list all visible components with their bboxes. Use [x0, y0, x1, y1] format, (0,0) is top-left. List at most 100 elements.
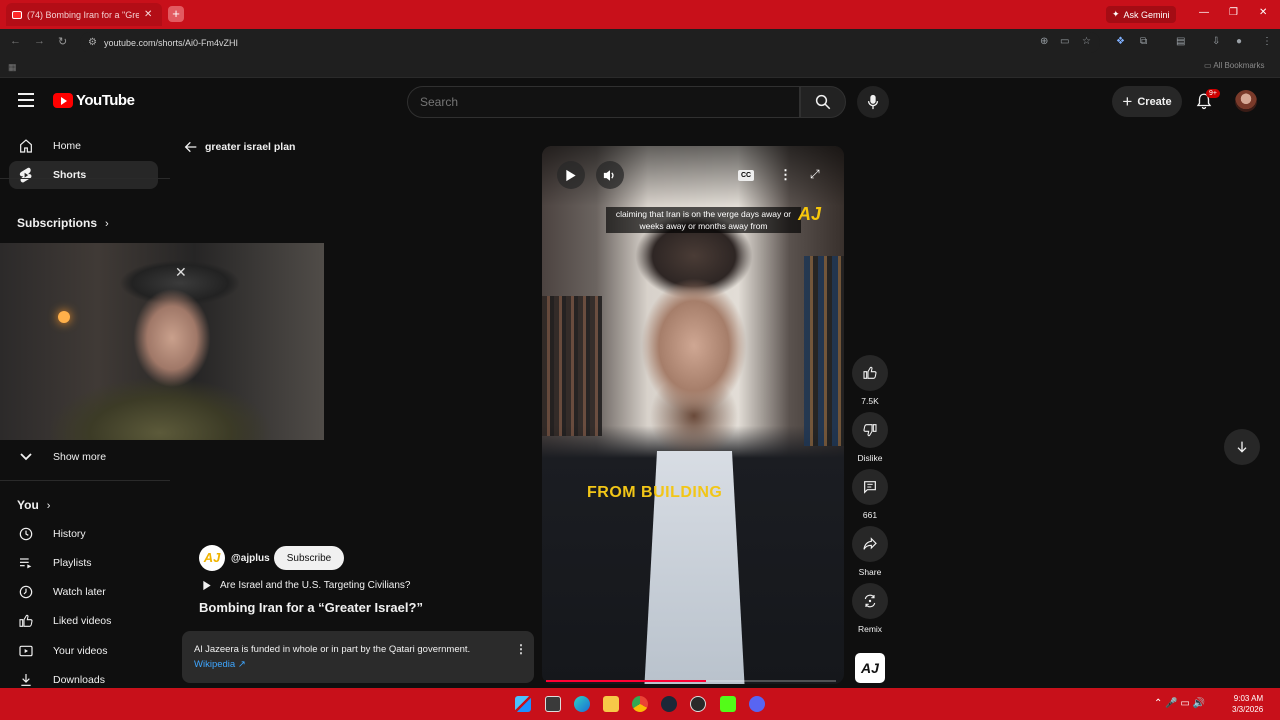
sidebar-item-playlists[interactable]: Playlists	[9, 549, 158, 577]
back-icon[interactable]: ←	[10, 35, 21, 47]
cast-icon[interactable]: ▭	[1060, 36, 1069, 47]
chevron-right-icon: ›	[46, 500, 51, 512]
subscribe-button[interactable]: Subscribe	[274, 546, 344, 570]
share-action[interactable]: Share	[852, 526, 888, 577]
sidebar-item-your-videos[interactable]: Your videos	[9, 637, 158, 665]
sidebar-item-label: Downloads	[53, 674, 105, 686]
next-short-button[interactable]	[1224, 429, 1260, 465]
dislike-action[interactable]: Dislike	[852, 412, 888, 463]
sidebar-item-label: Watch later	[53, 586, 106, 598]
thumbs-down-icon	[863, 424, 877, 437]
short-title[interactable]: Bombing Iran for a “Greater Israel?”	[199, 600, 423, 615]
volume-button[interactable]	[596, 161, 624, 189]
site-info-icon[interactable]: ⚙	[88, 37, 97, 48]
file-explorer-icon[interactable]	[603, 696, 619, 712]
extensions-puzzle-icon[interactable]: ⧉	[1140, 36, 1147, 47]
captions-button[interactable]: CC	[738, 170, 754, 181]
sidebar-item-liked-videos[interactable]: Liked videos	[9, 607, 158, 635]
side-panel-icon[interactable]: ▤	[1176, 36, 1185, 47]
youtube-favicon-icon	[12, 10, 22, 19]
ask-gemini-button[interactable]: ✦ Ask Gemini	[1106, 6, 1176, 23]
channel-avatar[interactable]: AJ	[199, 545, 225, 571]
new-tab-button[interactable]: +	[168, 6, 184, 22]
sidebar-item-history[interactable]: History	[9, 520, 158, 548]
downloads-toolbar-icon[interactable]: ⇩	[1212, 36, 1220, 47]
browser-tab[interactable]: (74) Bombing Iran for a "Greater ✕	[6, 3, 162, 26]
remix-label: Remix	[857, 624, 883, 634]
youtube-logo[interactable]: YouTube	[53, 92, 135, 109]
sidebar-item-watch-later[interactable]: Watch later	[9, 578, 158, 606]
expand-icon[interactable]: ⤢	[810, 167, 820, 182]
zoom-icon[interactable]: ⊕	[1040, 36, 1048, 47]
ask-gemini-label: Ask Gemini	[1123, 9, 1170, 20]
system-tray-icons[interactable]: ⌃ 🎤 ▭ 🔊	[1154, 698, 1205, 709]
wikipedia-link[interactable]: Wikipedia ↗	[194, 659, 246, 670]
comments-button[interactable]	[852, 469, 888, 505]
search-query-title[interactable]: greater israel plan	[205, 141, 295, 153]
bookmark-star-icon[interactable]: ☆	[1082, 36, 1091, 47]
sidebar-item-shorts[interactable]: Shorts	[9, 161, 158, 189]
channel-thumbnail[interactable]: AJ	[855, 653, 885, 683]
sidebar-item-home[interactable]: Home	[9, 132, 158, 160]
arrow-down-icon	[1237, 441, 1247, 453]
edge-browser-icon[interactable]	[574, 696, 590, 712]
youtube-play-logo-icon	[53, 93, 73, 108]
you-heading[interactable]: You ›	[17, 498, 50, 512]
like-action[interactable]: 7.5K	[852, 355, 888, 406]
more-options-icon[interactable]: ⋮	[779, 167, 792, 183]
minimize-icon[interactable]: —	[1199, 7, 1209, 18]
sidebar-item-label: Playlists	[53, 557, 92, 569]
create-button[interactable]: + Create	[1112, 86, 1182, 117]
task-view-icon[interactable]	[545, 696, 561, 712]
play-button[interactable]	[557, 161, 585, 189]
share-button[interactable]	[852, 526, 888, 562]
extension-icon[interactable]: ❖	[1116, 36, 1125, 47]
restore-icon[interactable]: ❐	[1229, 7, 1238, 18]
liked-videos-icon	[18, 613, 34, 629]
clock-date: 3/3/2026	[1232, 705, 1264, 714]
progress-bar[interactable]	[546, 680, 836, 682]
comments-action[interactable]: 661	[852, 469, 888, 520]
you-label: You	[17, 498, 39, 512]
close-window-icon[interactable]: ✕	[1259, 7, 1267, 18]
back-arrow-icon[interactable]	[183, 139, 199, 155]
share-icon	[863, 537, 877, 550]
apps-grid-icon[interactable]: ▦	[8, 62, 17, 73]
discord-icon[interactable]	[749, 696, 765, 712]
address-bar[interactable]: ⚙ youtube.com/shorts/Ai0-Fm4vZHI	[80, 32, 1100, 53]
obs-icon[interactable]	[690, 696, 706, 712]
chrome-icon[interactable]	[632, 696, 648, 712]
profile-toolbar-icon[interactable]: ●	[1236, 36, 1242, 47]
voice-search-button[interactable]	[857, 86, 889, 118]
subscriptions-heading[interactable]: Subscriptions ›	[17, 216, 109, 230]
search-input[interactable]	[407, 86, 800, 118]
channel-handle[interactable]: @ajplus	[231, 553, 270, 564]
dislike-button[interactable]	[852, 412, 888, 448]
all-bookmarks-link[interactable]: ▭ All Bookmarks	[1204, 61, 1264, 70]
remix-button[interactable]	[852, 583, 888, 619]
gemini-sparkle-icon: ✦	[1112, 9, 1120, 19]
steam-icon[interactable]	[661, 696, 677, 712]
windows-start-icon[interactable]	[515, 696, 531, 712]
browser-menu-icon[interactable]: ⋮	[1262, 36, 1272, 47]
like-count: 7.5K	[861, 396, 879, 406]
search-button[interactable]	[800, 86, 846, 118]
aj-watermark-logo: AJ	[798, 204, 822, 224]
chevron-right-icon: ›	[105, 218, 109, 230]
menu-icon[interactable]	[18, 93, 34, 111]
avatar[interactable]	[1235, 90, 1257, 112]
related-video-link[interactable]: Are Israel and the U.S. Targeting Civili…	[220, 580, 410, 591]
system-clock[interactable]: 9:03 AM 3/3/2026	[1232, 693, 1263, 715]
remix-action[interactable]: Remix	[852, 583, 888, 634]
info-more-icon[interactable]: ⋮	[515, 642, 527, 656]
notification-badge: 9+	[1206, 89, 1220, 98]
like-button[interactable]	[852, 355, 888, 391]
progress-fill	[546, 680, 706, 682]
kick-icon[interactable]	[720, 696, 736, 712]
close-tab-icon[interactable]: ✕	[144, 9, 152, 20]
forward-icon[interactable]: →	[34, 35, 45, 47]
downloads-icon	[18, 672, 34, 688]
shorts-video-player[interactable]: CC ⋮ ⤢ claiming that Iran is on the verg…	[542, 146, 844, 684]
reload-icon[interactable]: ↻	[58, 35, 67, 48]
show-more-button[interactable]: Show more	[9, 443, 158, 471]
